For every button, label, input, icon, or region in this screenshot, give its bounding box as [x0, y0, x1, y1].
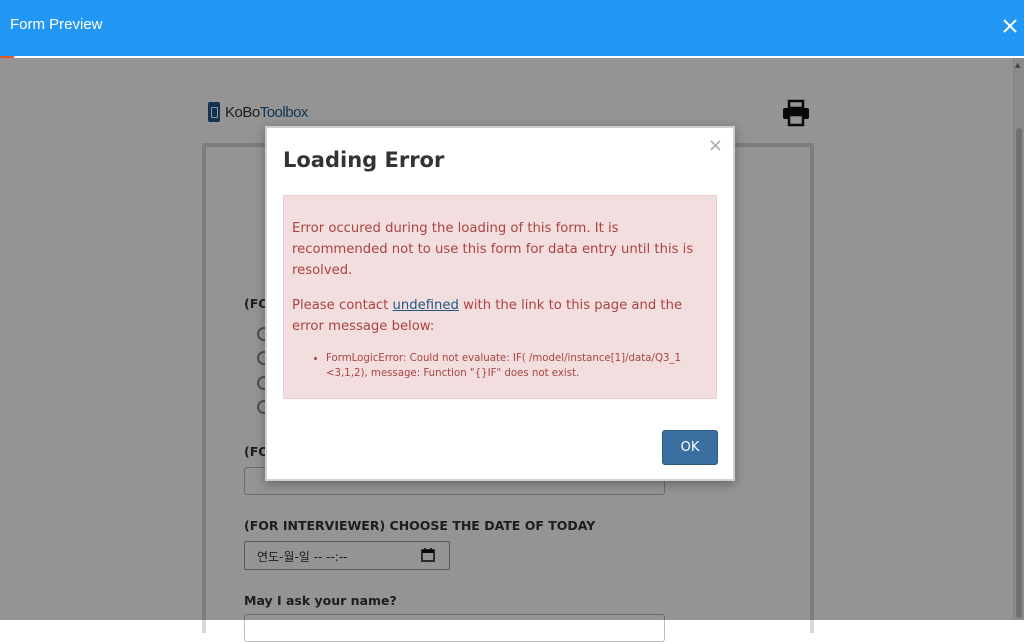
- window-title: Form Preview: [10, 16, 103, 33]
- contact-message: Please contact undefined with the link t…: [292, 295, 708, 337]
- title-bar: Form Preview: [0, 0, 1024, 56]
- dialog-close-icon[interactable]: ×: [708, 135, 723, 156]
- dialog-title: Loading Error: [283, 148, 445, 172]
- error-list: FormLogicError: Could not evaluate: IF( …: [292, 351, 708, 381]
- loading-error-dialog: × Loading Error Error occured during the…: [265, 126, 735, 481]
- error-alert: Error occured during the loading of this…: [283, 195, 717, 399]
- close-icon[interactable]: [998, 12, 1022, 40]
- error-list-item: FormLogicError: Could not evaluate: IF( …: [326, 351, 708, 381]
- contact-link[interactable]: undefined: [393, 298, 459, 313]
- error-message: Error occured during the loading of this…: [292, 221, 694, 278]
- ok-button[interactable]: OK: [662, 430, 718, 465]
- contact-text-before: Please contact: [292, 298, 393, 313]
